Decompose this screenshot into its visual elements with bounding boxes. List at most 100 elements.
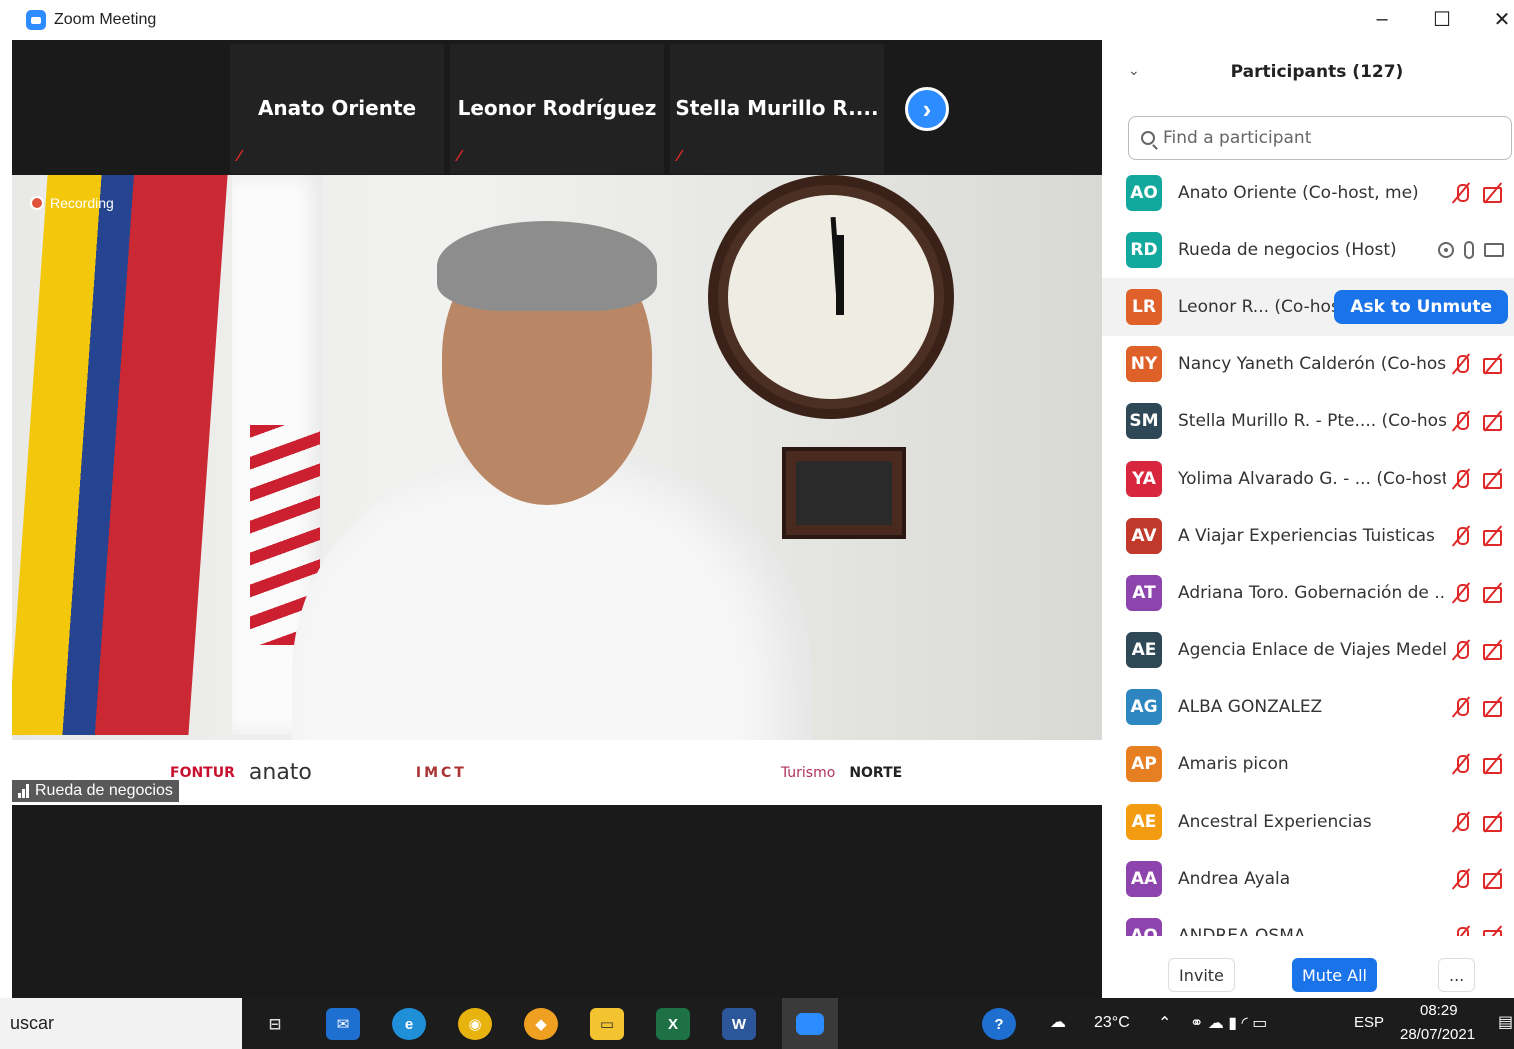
mic-muted-icon[interactable] <box>1450 468 1472 490</box>
recording-indicator[interactable]: Recording <box>30 195 114 211</box>
thumbnail-tile[interactable]: Anato Oriente ⁄ <box>230 44 444 174</box>
participant-row[interactable]: AP Amaris picon <box>1102 736 1514 793</box>
weather-icon[interactable]: ☁ <box>1050 1012 1066 1032</box>
camera-off-icon[interactable] <box>1482 410 1504 432</box>
thumbnail-tile[interactable]: Leonor Rodríguez ⁄ <box>450 44 664 174</box>
avatar: RD <box>1126 231 1162 268</box>
mic-muted-icon[interactable] <box>1450 582 1472 604</box>
participant-status-icons <box>1450 696 1504 718</box>
weather-temp[interactable]: 23°C <box>1094 1014 1130 1032</box>
clock-date[interactable]: 28/07/2021 <box>1400 1026 1475 1043</box>
ask-to-unmute-button[interactable]: Ask to Unmute <box>1334 289 1508 324</box>
camera-off-icon[interactable] <box>1482 753 1504 775</box>
invite-button[interactable]: Invite <box>1168 958 1235 992</box>
participant-row[interactable]: AO Anato Oriente (Co-host, me) <box>1102 164 1514 221</box>
mic-muted-icon[interactable] <box>1450 410 1472 432</box>
participant-name: A Viajar Experiencias Tuisticas <box>1178 525 1435 546</box>
participant-name: Andrea Ayala <box>1178 868 1291 889</box>
participant-row[interactable]: YA Yolima Alvarado G. - ... (Co-host) <box>1102 450 1514 507</box>
avatar: AG <box>1126 689 1162 726</box>
help-icon[interactable]: ? <box>982 1008 1016 1040</box>
participant-row[interactable]: AV A Viajar Experiencias Tuisticas <box>1102 507 1514 564</box>
participant-name: Yolima Alvarado G. - ... (Co-host) <box>1178 468 1446 489</box>
participant-name: Rueda de negocios (Host) <box>1178 239 1397 260</box>
thumbnail-name: Stella Murillo R.... <box>675 96 879 120</box>
mail-icon[interactable]: ✉ <box>326 1008 360 1040</box>
participant-search[interactable] <box>1128 116 1512 160</box>
camera-off-icon[interactable] <box>1482 182 1504 204</box>
mic-muted-icon[interactable] <box>1450 753 1472 775</box>
participant-status-icons <box>1450 410 1504 432</box>
task-view-icon[interactable]: ⊟ <box>258 1008 292 1040</box>
participant-row[interactable]: AT Adriana Toro. Gobernación de ... <box>1102 564 1514 621</box>
brave-icon[interactable]: ◆ <box>524 1008 558 1040</box>
participant-name: Amaris picon <box>1178 754 1289 775</box>
camera-off-icon[interactable] <box>1482 468 1504 490</box>
camera-off-icon[interactable] <box>1482 639 1504 661</box>
participant-row[interactable]: AG ALBA GONZALEZ <box>1102 679 1514 736</box>
language-indicator[interactable]: ESP <box>1354 1014 1384 1031</box>
clock-time[interactable]: 08:29 <box>1420 1002 1458 1019</box>
mic-muted-icon[interactable] <box>1450 868 1472 890</box>
avatar: AE <box>1126 803 1162 840</box>
participant-row[interactable]: AE Agencia Enlace de Viajes Medel... <box>1102 622 1514 679</box>
zoom-taskbar-icon[interactable] <box>782 998 838 1049</box>
mic-muted-icon[interactable] <box>1450 525 1472 547</box>
thumbnail-tile[interactable]: Stella Murillo R.... ⁄ <box>670 44 884 174</box>
participant-row[interactable]: NY Nancy Yaneth Calderón (Co-host) <box>1102 336 1514 393</box>
file-explorer-icon[interactable]: ▭ <box>590 1008 624 1040</box>
participant-name: Nancy Yaneth Calderón (Co-host) <box>1178 354 1446 375</box>
mute-all-button[interactable]: Mute All <box>1292 958 1377 992</box>
camera-off-icon[interactable] <box>1482 868 1504 890</box>
mic-muted-icon[interactable] <box>1450 696 1472 718</box>
signal-strength-icon <box>18 784 29 798</box>
participant-list[interactable]: AO Anato Oriente (Co-host, me) RD Rueda de … <box>1102 164 1514 936</box>
mic-muted-icon[interactable] <box>1450 639 1472 661</box>
camera-off-icon[interactable] <box>1482 525 1504 547</box>
tray-icons[interactable]: ⚭ ☁ ▮ ◜ ▭ <box>1190 1013 1267 1033</box>
mic-muted-icon[interactable] <box>1450 182 1472 204</box>
participant-row[interactable]: AE Ancestral Experiencias <box>1102 793 1514 850</box>
mic-muted-icon[interactable] <box>1450 353 1472 375</box>
participant-row[interactable]: LR Leonor R... (Co-host) Ask to Unmute <box>1102 278 1514 336</box>
participant-status-icons <box>1450 811 1504 833</box>
camera-off-icon[interactable] <box>1482 925 1504 936</box>
close-button[interactable]: ✕ <box>1482 4 1514 34</box>
camera-off-icon[interactable] <box>1482 696 1504 718</box>
excel-icon[interactable]: X <box>656 1008 690 1040</box>
participant-row[interactable]: AA Andrea Ayala <box>1102 850 1514 907</box>
title-bar: Zoom Meeting – ☐ ✕ <box>0 0 1514 40</box>
thumbnail-name: Anato Oriente <box>257 96 417 120</box>
mic-icon[interactable] <box>1464 240 1474 259</box>
participant-status-icons <box>1450 925 1504 936</box>
taskbar-search[interactable]: uscar <box>0 998 242 1049</box>
participant-row[interactable]: AO ANDREA OSMA <box>1102 907 1514 936</box>
participant-status-icons <box>1438 240 1504 259</box>
participant-name: Ancestral Experiencias <box>1178 811 1372 832</box>
minimize-button[interactable]: – <box>1362 4 1402 34</box>
word-icon[interactable]: W <box>722 1008 756 1040</box>
tray-chevron-icon[interactable]: ⌃ <box>1158 1013 1171 1033</box>
maximize-button[interactable]: ☐ <box>1422 4 1462 34</box>
avatar: AV <box>1126 517 1162 554</box>
participant-row[interactable]: RD Rueda de negocios (Host) <box>1102 221 1514 278</box>
mic-muted-icon[interactable] <box>1450 811 1472 833</box>
notification-icon[interactable]: ▤ <box>1498 1012 1513 1032</box>
camera-off-icon[interactable] <box>1482 582 1504 604</box>
search-input[interactable] <box>1163 128 1503 148</box>
logo-turismo: Turismo <box>780 764 836 781</box>
muted-mic-icon: ⁄ <box>458 148 461 165</box>
recording-label: Recording <box>50 195 114 211</box>
logo-fontur: FONTUR <box>170 764 235 781</box>
camera-off-icon[interactable] <box>1482 353 1504 375</box>
participant-row[interactable]: SM Stella Murillo R. - Pte.... (Co-host) <box>1102 393 1514 450</box>
chrome-icon[interactable]: ◉ <box>458 1008 492 1040</box>
edge-icon[interactable]: e <box>392 1008 426 1040</box>
more-options-button[interactable]: ... <box>1438 958 1476 992</box>
camera-icon[interactable] <box>1484 242 1504 257</box>
window-title: Zoom Meeting <box>54 11 157 28</box>
participant-name: Anato Oriente (Co-host, me) <box>1178 182 1419 203</box>
camera-off-icon[interactable] <box>1482 811 1504 833</box>
mic-muted-icon[interactable] <box>1450 925 1472 936</box>
next-page-button[interactable]: › <box>905 87 949 131</box>
